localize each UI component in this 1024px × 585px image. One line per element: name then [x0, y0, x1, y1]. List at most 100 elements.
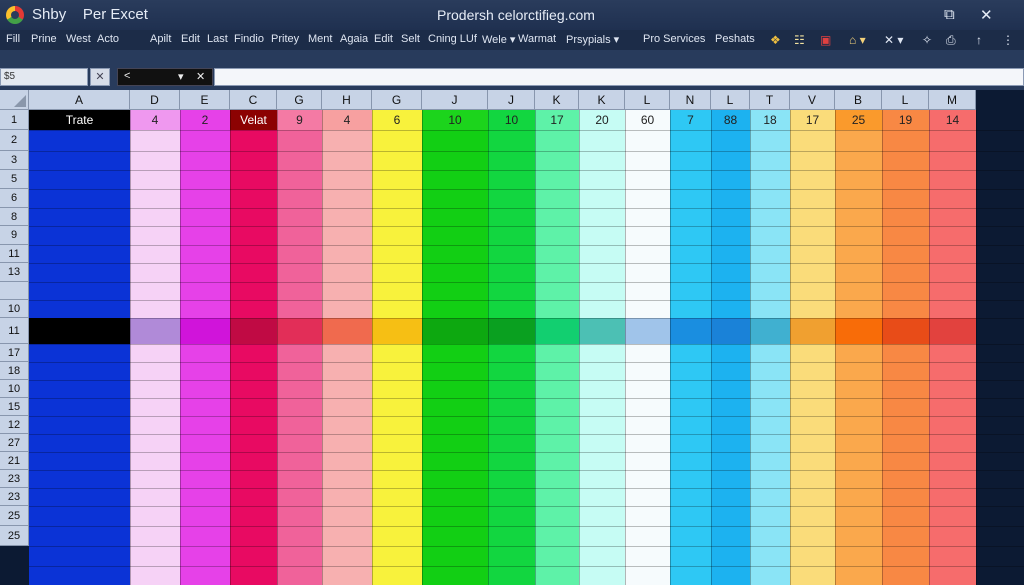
menu-item[interactable]: Findio [234, 33, 264, 45]
column-header[interactable]: L [625, 90, 670, 110]
menu-item[interactable]: Selt [401, 33, 420, 45]
insert-icon[interactable]: ⌂ ▾ [849, 33, 866, 47]
row-header[interactable]: 18 [0, 362, 29, 380]
row-header[interactable]: 23 [0, 470, 29, 488]
column-header[interactable]: E [180, 90, 230, 110]
row-header[interactable]: 11 [0, 318, 29, 344]
header-cell[interactable]: 88 [711, 110, 750, 130]
column-header[interactable]: J [488, 90, 535, 110]
header-cell[interactable]: 14 [929, 110, 976, 130]
name-box-dropdown-button[interactable]: ✕ [90, 68, 110, 86]
column-header[interactable]: A [29, 90, 130, 110]
row-header[interactable]: 10 [0, 300, 29, 318]
row-header[interactable]: 27 [0, 434, 29, 452]
row-header[interactable]: 5 [0, 170, 29, 189]
header-cell[interactable]: 4 [322, 110, 372, 130]
menu-item[interactable]: Peshats [715, 33, 755, 45]
highlight-cell[interactable] [230, 318, 277, 344]
highlight-cell[interactable] [750, 318, 790, 344]
column-header[interactable]: L [711, 90, 750, 110]
row-header[interactable]: 9 [0, 226, 29, 245]
row-header[interactable]: 15 [0, 398, 29, 416]
column-header[interactable]: C [230, 90, 277, 110]
brush-icon[interactable]: ❖ [770, 33, 781, 47]
chevron-down-icon[interactable]: ▾ [178, 70, 184, 83]
menu-item[interactable]: Edit [181, 33, 200, 45]
column-header[interactable]: N [670, 90, 711, 110]
row-header[interactable]: 10 [0, 380, 29, 398]
column-header[interactable]: G [372, 90, 422, 110]
highlight-cell[interactable] [488, 318, 535, 344]
menu-item[interactable]: Wele ▾ [482, 33, 515, 46]
column-header[interactable]: H [322, 90, 372, 110]
highlight-cell[interactable] [670, 318, 711, 344]
header-cell[interactable]: 17 [790, 110, 835, 130]
header-cell[interactable]: 7 [670, 110, 711, 130]
highlight-cell[interactable] [711, 318, 750, 344]
chevron-left-icon[interactable]: < [124, 70, 130, 82]
row-header[interactable]: 11 [0, 245, 29, 263]
column-header[interactable]: L [882, 90, 929, 110]
row-header[interactable]: 23 [0, 488, 29, 506]
menu-item[interactable]: Last [207, 33, 228, 45]
row-header[interactable]: 13 [0, 263, 29, 282]
header-cell[interactable]: 20 [579, 110, 625, 130]
row-header[interactable]: 21 [0, 452, 29, 470]
column-header[interactable]: K [535, 90, 579, 110]
header-cell[interactable]: 60 [625, 110, 670, 130]
row-header[interactable] [0, 282, 29, 300]
header-cell[interactable]: 4 [130, 110, 180, 130]
header-cell[interactable]: 25 [835, 110, 882, 130]
header-cell[interactable]: Velat [230, 110, 277, 130]
highlight-cell[interactable] [372, 318, 422, 344]
highlight-cell[interactable] [535, 318, 579, 344]
menu-item[interactable]: Apilt [150, 33, 171, 45]
name-box[interactable]: $5 [0, 68, 88, 86]
menu-item[interactable]: West [66, 33, 91, 45]
header-cell[interactable]: 2 [180, 110, 230, 130]
column-header[interactable]: D [130, 90, 180, 110]
row-header[interactable]: 25 [0, 506, 29, 526]
highlight-cell[interactable] [277, 318, 322, 344]
menu-item[interactable]: Warmat [518, 33, 556, 45]
highlight-cell[interactable] [579, 318, 625, 344]
highlight-cell[interactable] [882, 318, 929, 344]
highlight-cell[interactable] [322, 318, 372, 344]
row-header[interactable]: 2 [0, 130, 29, 151]
highlight-cell[interactable] [625, 318, 670, 344]
menu-item[interactable]: Pro Services [643, 33, 705, 45]
row-header[interactable]: 8 [0, 208, 29, 226]
delete-icon[interactable]: ✕ ▾ [884, 33, 903, 47]
row-header[interactable]: 25 [0, 526, 29, 546]
select-all-corner[interactable] [0, 90, 29, 110]
highlight-cell[interactable] [29, 318, 130, 344]
restore-window-button[interactable]: ⧉ [944, 6, 955, 23]
header-cell[interactable]: 19 [882, 110, 929, 130]
highlight-cell[interactable] [790, 318, 835, 344]
menu-item[interactable]: Acto [97, 33, 119, 45]
row-header[interactable]: 6 [0, 189, 29, 208]
column-header[interactable]: G [277, 90, 322, 110]
more-options-icon[interactable]: ⋮ [1002, 33, 1014, 47]
cancel-icon[interactable]: ✕ [196, 70, 205, 83]
row-header[interactable]: 17 [0, 344, 29, 362]
row-header[interactable]: 1 [0, 110, 29, 130]
document-icon[interactable]: ☷ [794, 33, 805, 47]
row-header[interactable]: 12 [0, 416, 29, 434]
menu-item[interactable]: Pritey [271, 33, 299, 45]
color-fill-icon[interactable]: ▣ [820, 33, 831, 47]
menu-item[interactable]: Cning LUf [428, 33, 477, 45]
column-header[interactable]: V [790, 90, 835, 110]
header-cell[interactable]: 10 [488, 110, 535, 130]
menu-item[interactable]: Prsypials ▾ [566, 33, 619, 46]
column-header[interactable]: B [835, 90, 882, 110]
column-header[interactable]: M [929, 90, 976, 110]
formula-input[interactable] [214, 68, 1024, 86]
header-cell[interactable]: Trate [29, 110, 130, 130]
column-header[interactable]: K [579, 90, 625, 110]
menu-item[interactable]: Agaia [340, 33, 368, 45]
highlight-cell[interactable] [180, 318, 230, 344]
close-window-button[interactable]: ✕ [980, 6, 993, 24]
highlight-cell[interactable] [130, 318, 180, 344]
menu-item[interactable]: Prine [31, 33, 57, 45]
